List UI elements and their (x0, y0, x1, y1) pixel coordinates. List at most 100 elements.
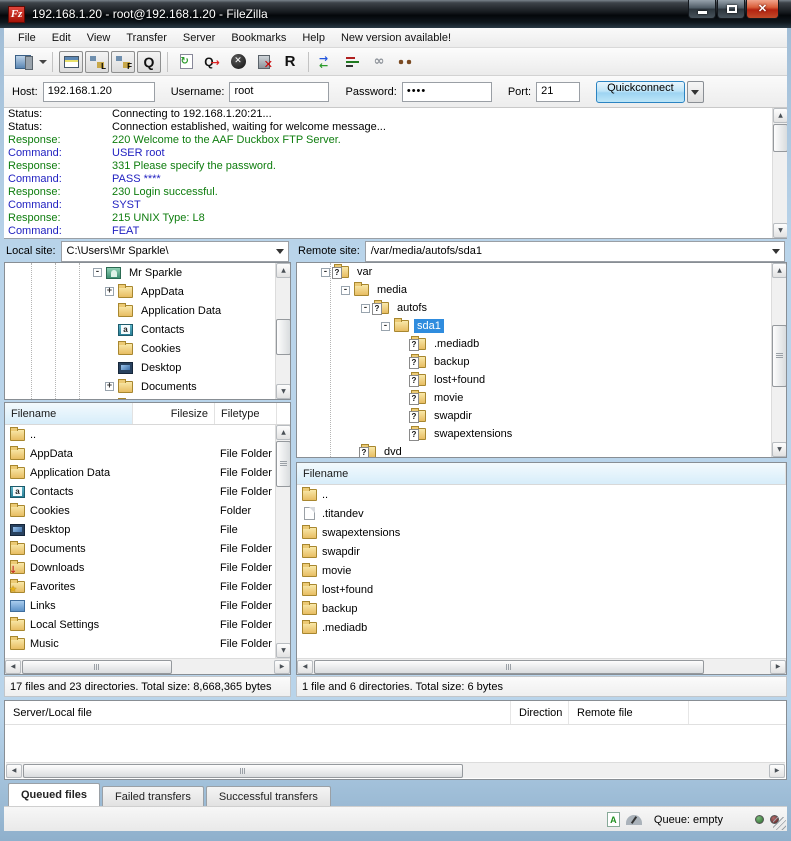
tree-item-backup[interactable]: backup (297, 353, 786, 371)
column-server-local-file[interactable]: Server/Local file (5, 701, 511, 724)
column-remote-file[interactable]: Remote file (569, 701, 689, 724)
password-input[interactable]: •••• (402, 82, 492, 102)
scroll-left-icon[interactable]: ◀ (5, 660, 21, 674)
list-item[interactable]: AppDataFile Folder (5, 444, 290, 463)
expand-icon[interactable] (105, 287, 114, 296)
toggle-queue-button[interactable] (137, 51, 161, 73)
queue-hscrollbar[interactable]: ◀ ▶ (6, 762, 785, 778)
quickconnect-dropdown-button[interactable] (687, 81, 704, 103)
menu-view[interactable]: View (79, 30, 119, 46)
list-item[interactable]: Local SettingsFile Folder (5, 615, 290, 634)
chevron-down-icon[interactable] (772, 249, 780, 254)
list-item[interactable]: DownloadsFile Folder (5, 558, 290, 577)
menu-bookmarks[interactable]: Bookmarks (223, 30, 294, 46)
toggle-message-log-button[interactable] (59, 51, 83, 73)
tree-item-application-data[interactable]: Application Data (5, 301, 290, 320)
username-input[interactable]: root (229, 82, 329, 102)
refresh-button[interactable] (174, 51, 198, 73)
remote-tree-scrollbar[interactable]: ▲ ▼ (771, 263, 786, 457)
find-button[interactable] (393, 51, 417, 73)
list-item[interactable]: movie (297, 561, 786, 580)
menu-file[interactable]: File (10, 30, 44, 46)
column-filename[interactable]: Filename (297, 463, 786, 484)
collapse-icon[interactable] (381, 322, 390, 331)
scroll-right-icon[interactable]: ▶ (274, 660, 290, 674)
scroll-up-icon[interactable]: ▲ (773, 108, 787, 123)
maximize-button[interactable] (717, 0, 745, 19)
list-item[interactable]: LinksFile Folder (5, 596, 290, 615)
site-manager-dropdown-icon[interactable] (39, 60, 47, 64)
synchronized-browsing-button[interactable] (367, 51, 391, 73)
tree-item-swapextensions[interactable]: swapextensions (297, 425, 786, 443)
tree-item-swapdir[interactable]: swapdir (297, 407, 786, 425)
tree-item-downloads[interactable]: Downloads (5, 396, 290, 400)
menu-server[interactable]: Server (175, 30, 223, 46)
tree-item-mediadb[interactable]: .mediadb (297, 335, 786, 353)
tree-item-desktop[interactable]: Desktop (5, 358, 290, 377)
column-filetype[interactable]: Filetype (215, 403, 277, 424)
close-button[interactable]: ✕ (746, 0, 779, 19)
column-filename[interactable]: Filename (5, 403, 133, 424)
scroll-up-icon[interactable]: ▲ (772, 263, 787, 278)
toggle-local-tree-button[interactable] (85, 51, 109, 73)
title-bar[interactable]: Fz 192.168.1.20 - root@192.168.1.20 - Fi… (0, 0, 791, 28)
local-list-scrollbar[interactable]: ▲ ▼ (275, 425, 290, 658)
cancel-button[interactable] (226, 51, 250, 73)
menu-edit[interactable]: Edit (44, 30, 79, 46)
resize-grip[interactable] (773, 817, 786, 830)
tree-item-cookies[interactable]: Cookies (5, 339, 290, 358)
collapse-icon[interactable] (93, 268, 102, 277)
quickconnect-button[interactable]: Quickconnect (596, 81, 685, 103)
tab-successful-transfers[interactable]: Successful transfers (206, 786, 331, 806)
port-input[interactable]: 21 (536, 82, 580, 102)
queue-hscrollbar-thumb[interactable] (23, 764, 463, 778)
list-item[interactable]: backup (297, 599, 786, 618)
directory-comparison-button[interactable] (315, 51, 339, 73)
expand-icon[interactable] (105, 382, 114, 391)
scroll-down-icon[interactable]: ▼ (773, 223, 787, 238)
tab-queued-files[interactable]: Queued files (8, 783, 100, 806)
menu-new-version[interactable]: New version available! (333, 30, 459, 46)
minimize-button[interactable] (688, 0, 716, 19)
list-item[interactable]: MusicFile Folder (5, 634, 290, 653)
list-item[interactable]: ContactsFile Folder (5, 482, 290, 501)
process-queue-button[interactable] (200, 51, 224, 73)
scroll-right-icon[interactable]: ▶ (769, 764, 785, 778)
scroll-right-icon[interactable]: ▶ (770, 660, 786, 674)
local-list-scrollbar-thumb[interactable] (276, 441, 291, 487)
local-tree-scrollbar-thumb[interactable] (276, 319, 291, 355)
collapse-icon[interactable] (361, 304, 370, 313)
list-item[interactable]: .titandev (297, 504, 786, 523)
menu-help[interactable]: Help (294, 30, 333, 46)
list-item[interactable]: swapdir (297, 542, 786, 561)
toggle-remote-tree-button[interactable] (111, 51, 135, 73)
list-item[interactable]: CookiesFolder (5, 501, 290, 520)
host-input[interactable]: 192.168.1.20 (43, 82, 155, 102)
scroll-down-icon[interactable]: ▼ (276, 643, 291, 658)
tree-item-var[interactable]: var (297, 263, 786, 281)
tree-item-documents[interactable]: Documents (5, 377, 290, 396)
tree-item-contacts[interactable]: Contacts (5, 320, 290, 339)
local-list-hscrollbar-thumb[interactable] (22, 660, 172, 674)
remote-list-hscrollbar[interactable]: ◀ ▶ (297, 658, 786, 674)
tab-failed-transfers[interactable]: Failed transfers (102, 786, 204, 806)
scroll-up-icon[interactable]: ▲ (276, 425, 291, 440)
list-item[interactable]: DocumentsFile Folder (5, 539, 290, 558)
disconnect-button[interactable] (252, 51, 276, 73)
log-scrollbar-thumb[interactable] (773, 124, 787, 152)
tree-item-media[interactable]: media (297, 281, 786, 299)
scroll-up-icon[interactable]: ▲ (276, 263, 291, 278)
column-filesize[interactable]: Filesize (133, 403, 215, 424)
local-list-hscrollbar[interactable]: ◀ ▶ (5, 658, 290, 674)
local-tree-scrollbar[interactable]: ▲ ▼ (275, 263, 290, 399)
local-site-combo[interactable]: C:\Users\Mr Sparkle\ (61, 241, 289, 262)
remote-list-hscrollbar-thumb[interactable] (314, 660, 704, 674)
tree-item-autofs[interactable]: autofs (297, 299, 786, 317)
list-item[interactable]: Application DataFile Folder (5, 463, 290, 482)
remote-tree-scrollbar-thumb[interactable] (772, 325, 787, 387)
collapse-icon[interactable] (341, 286, 350, 295)
tree-item-mr-sparkle[interactable]: Mr Sparkle (5, 263, 290, 282)
filter-button[interactable] (341, 51, 365, 73)
tree-item-movie[interactable]: movie (297, 389, 786, 407)
log-scrollbar[interactable]: ▲ ▼ (772, 108, 787, 238)
